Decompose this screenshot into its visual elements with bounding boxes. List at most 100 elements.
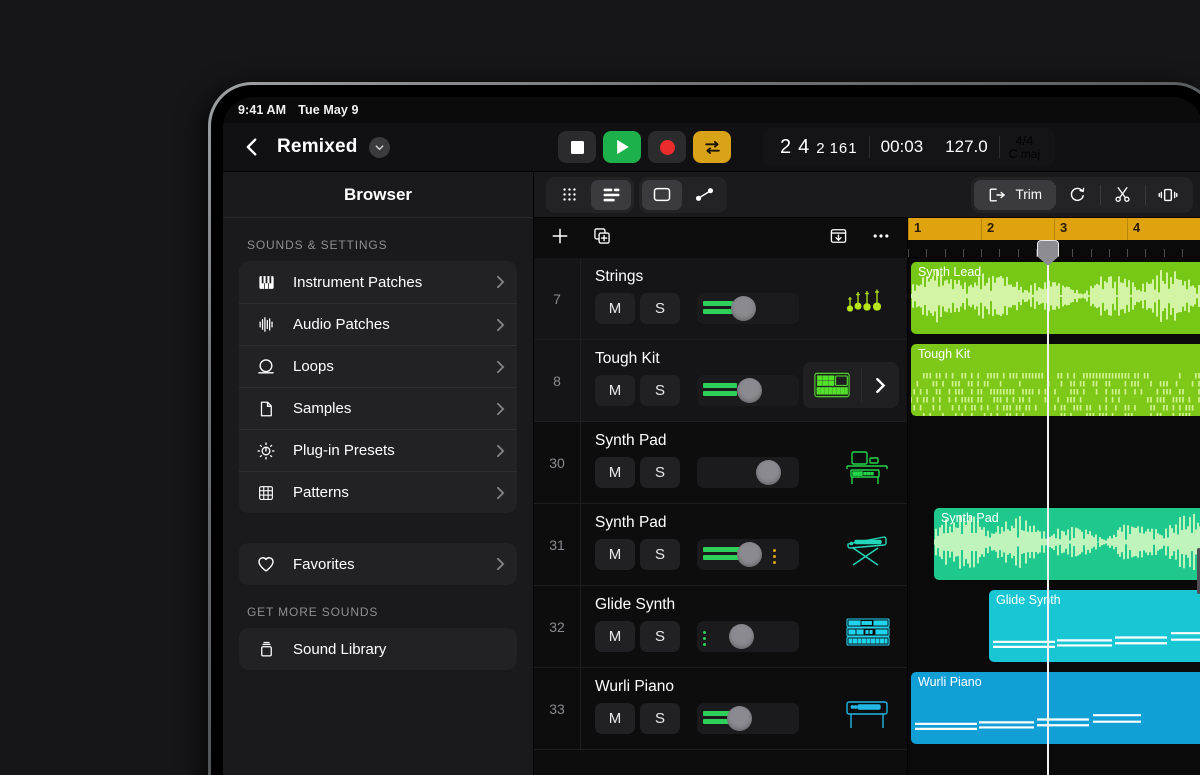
- wurlitzer-piano-icon[interactable]: [841, 694, 895, 734]
- track-header-toolbar: [534, 218, 907, 258]
- import-icon: [828, 226, 849, 246]
- lcd-key: C maj: [1009, 148, 1040, 161]
- sidebar-item-label: Sound Library: [293, 641, 505, 658]
- cycle-button[interactable]: [693, 131, 731, 163]
- bar-ruler[interactable]: 1 2 3 4: [908, 218, 1200, 240]
- sidebar-item-sound-library[interactable]: Sound Library: [239, 628, 517, 670]
- volume-fader[interactable]: [697, 703, 799, 734]
- grid-view-icon[interactable]: [549, 180, 589, 210]
- table-row[interactable]: 33 Wurli Piano M S: [534, 668, 907, 750]
- mute-button[interactable]: M: [595, 621, 635, 652]
- sidebar-item-label: Patterns: [293, 484, 496, 501]
- synth-workstation-icon[interactable]: [841, 448, 895, 488]
- stop-icon: [571, 141, 584, 154]
- table-row[interactable]: 8 Tough Kit M S: [534, 340, 907, 422]
- record-button[interactable]: [648, 131, 686, 163]
- trim-button[interactable]: Trim: [974, 180, 1056, 210]
- volume-fader[interactable]: [697, 621, 799, 652]
- sidebar-item-samples[interactable]: Samples: [239, 387, 517, 429]
- lcd-display[interactable]: 2 4 2 161 00:03 127.0 4/4 C maj: [763, 128, 1055, 166]
- beat-tick: [945, 249, 946, 257]
- beat-tick: [1018, 249, 1019, 257]
- fader-knob[interactable]: [737, 542, 762, 567]
- fader-knob[interactable]: [737, 378, 762, 403]
- region-clip[interactable]: Tough Kit: [911, 344, 1200, 416]
- sidebar-item-label: Plug-in Presets: [293, 442, 496, 459]
- chevron-right-icon: [496, 557, 505, 571]
- add-track-button[interactable]: [550, 226, 570, 251]
- sidebar-item-favorites[interactable]: Favorites: [239, 543, 517, 585]
- lcd-tempo[interactable]: 127.0: [934, 137, 999, 157]
- track-number: 8: [534, 340, 580, 421]
- track-area: Trim 7 Strings M S 8 Tough Kit M S 30 Sy…: [534, 172, 1200, 775]
- fader-knob[interactable]: [729, 624, 754, 649]
- bar-tick: [981, 218, 982, 240]
- region-clip[interactable]: Synth Lead: [911, 262, 1200, 334]
- volume-fader[interactable]: [697, 457, 799, 488]
- split-flex-button[interactable]: [1145, 180, 1190, 210]
- sidebar-item-plugin-presets[interactable]: Plug-in Presets: [239, 429, 517, 471]
- automation-icon[interactable]: [684, 180, 724, 210]
- volume-fader[interactable]: [697, 539, 799, 570]
- lcd-division: 2: [816, 140, 825, 157]
- solo-button[interactable]: S: [640, 375, 680, 406]
- sidebar-item-patterns[interactable]: Patterns: [239, 471, 517, 513]
- volume-fader[interactable]: [697, 375, 799, 406]
- solo-button[interactable]: S: [640, 293, 680, 324]
- lcd-time-signature: 4/4: [1015, 134, 1033, 148]
- tracks-view-icon[interactable]: [591, 180, 631, 210]
- table-row[interactable]: 30 Synth Pad M S: [534, 422, 907, 504]
- more-ellipsis-icon: [871, 226, 891, 246]
- play-button[interactable]: [603, 131, 641, 163]
- sidebar-item-instrument-patches[interactable]: Instrument Patches: [239, 261, 517, 303]
- lcd-time[interactable]: 00:03: [870, 137, 935, 157]
- stop-button[interactable]: [558, 131, 596, 163]
- region-clip[interactable]: Glide Synth: [989, 590, 1200, 662]
- table-row[interactable]: 7 Strings M S: [534, 258, 907, 340]
- chevron-down-icon[interactable]: [369, 137, 390, 158]
- lcd-bar: 2: [780, 136, 792, 159]
- more-button[interactable]: [871, 226, 891, 251]
- mute-button[interactable]: M: [595, 293, 635, 324]
- scissors-button[interactable]: [1100, 180, 1145, 210]
- lcd-bars-beats[interactable]: 2 4 2 161: [769, 136, 869, 159]
- table-row[interactable]: 31 Synth Pad M S: [534, 504, 907, 586]
- timeline-canvas[interactable]: 1 2 3 4 Synth Lead Tough Kit Synth Pad Glide S…: [908, 218, 1200, 775]
- solo-button[interactable]: S: [640, 539, 680, 570]
- duplicate-track-button[interactable]: [592, 226, 612, 251]
- mute-button[interactable]: M: [595, 375, 635, 406]
- chevron-right-icon[interactable]: [861, 368, 899, 402]
- mute-button[interactable]: M: [595, 457, 635, 488]
- solo-button[interactable]: S: [640, 457, 680, 488]
- strings-violin-icon[interactable]: [841, 284, 895, 324]
- fader-knob[interactable]: [756, 460, 781, 485]
- fader-knob[interactable]: [727, 706, 752, 731]
- solo-button[interactable]: S: [640, 621, 680, 652]
- mute-button[interactable]: M: [595, 703, 635, 734]
- table-row[interactable]: 32 Glide Synth M S: [534, 586, 907, 668]
- lcd-signature-key[interactable]: 4/4 C maj: [1000, 134, 1049, 161]
- sidebar-item-loops[interactable]: Loops: [239, 345, 517, 387]
- fader-knob[interactable]: [731, 296, 756, 321]
- page-title: Remixed: [277, 136, 358, 158]
- transport-controls: [558, 131, 731, 163]
- region-clip[interactable]: Synth Pad: [934, 508, 1200, 580]
- synth-rack-icon[interactable]: [841, 612, 895, 652]
- playhead[interactable]: [1047, 240, 1049, 775]
- chevron-left-icon[interactable]: [241, 136, 263, 158]
- edit-mode-segment: [639, 177, 727, 213]
- app-body: Browser SOUNDS & SETTINGS Instrument Pat…: [223, 172, 1200, 775]
- instrument-button[interactable]: [803, 362, 899, 408]
- solo-button[interactable]: S: [640, 703, 680, 734]
- region-clip[interactable]: Wurli Piano: [911, 672, 1200, 744]
- sidebar-item-audio-patches[interactable]: Audio Patches: [239, 303, 517, 345]
- bar-number: 3: [1060, 220, 1067, 235]
- volume-fader[interactable]: [697, 293, 799, 324]
- loop-region-button[interactable]: [1055, 180, 1100, 210]
- sidebar-item-label: Loops: [293, 358, 496, 375]
- mute-button[interactable]: M: [595, 539, 635, 570]
- region-select-icon[interactable]: [642, 180, 682, 210]
- keyboard-stand-icon[interactable]: [841, 530, 895, 570]
- import-button[interactable]: [828, 226, 849, 251]
- beat-tick: [1072, 249, 1073, 257]
